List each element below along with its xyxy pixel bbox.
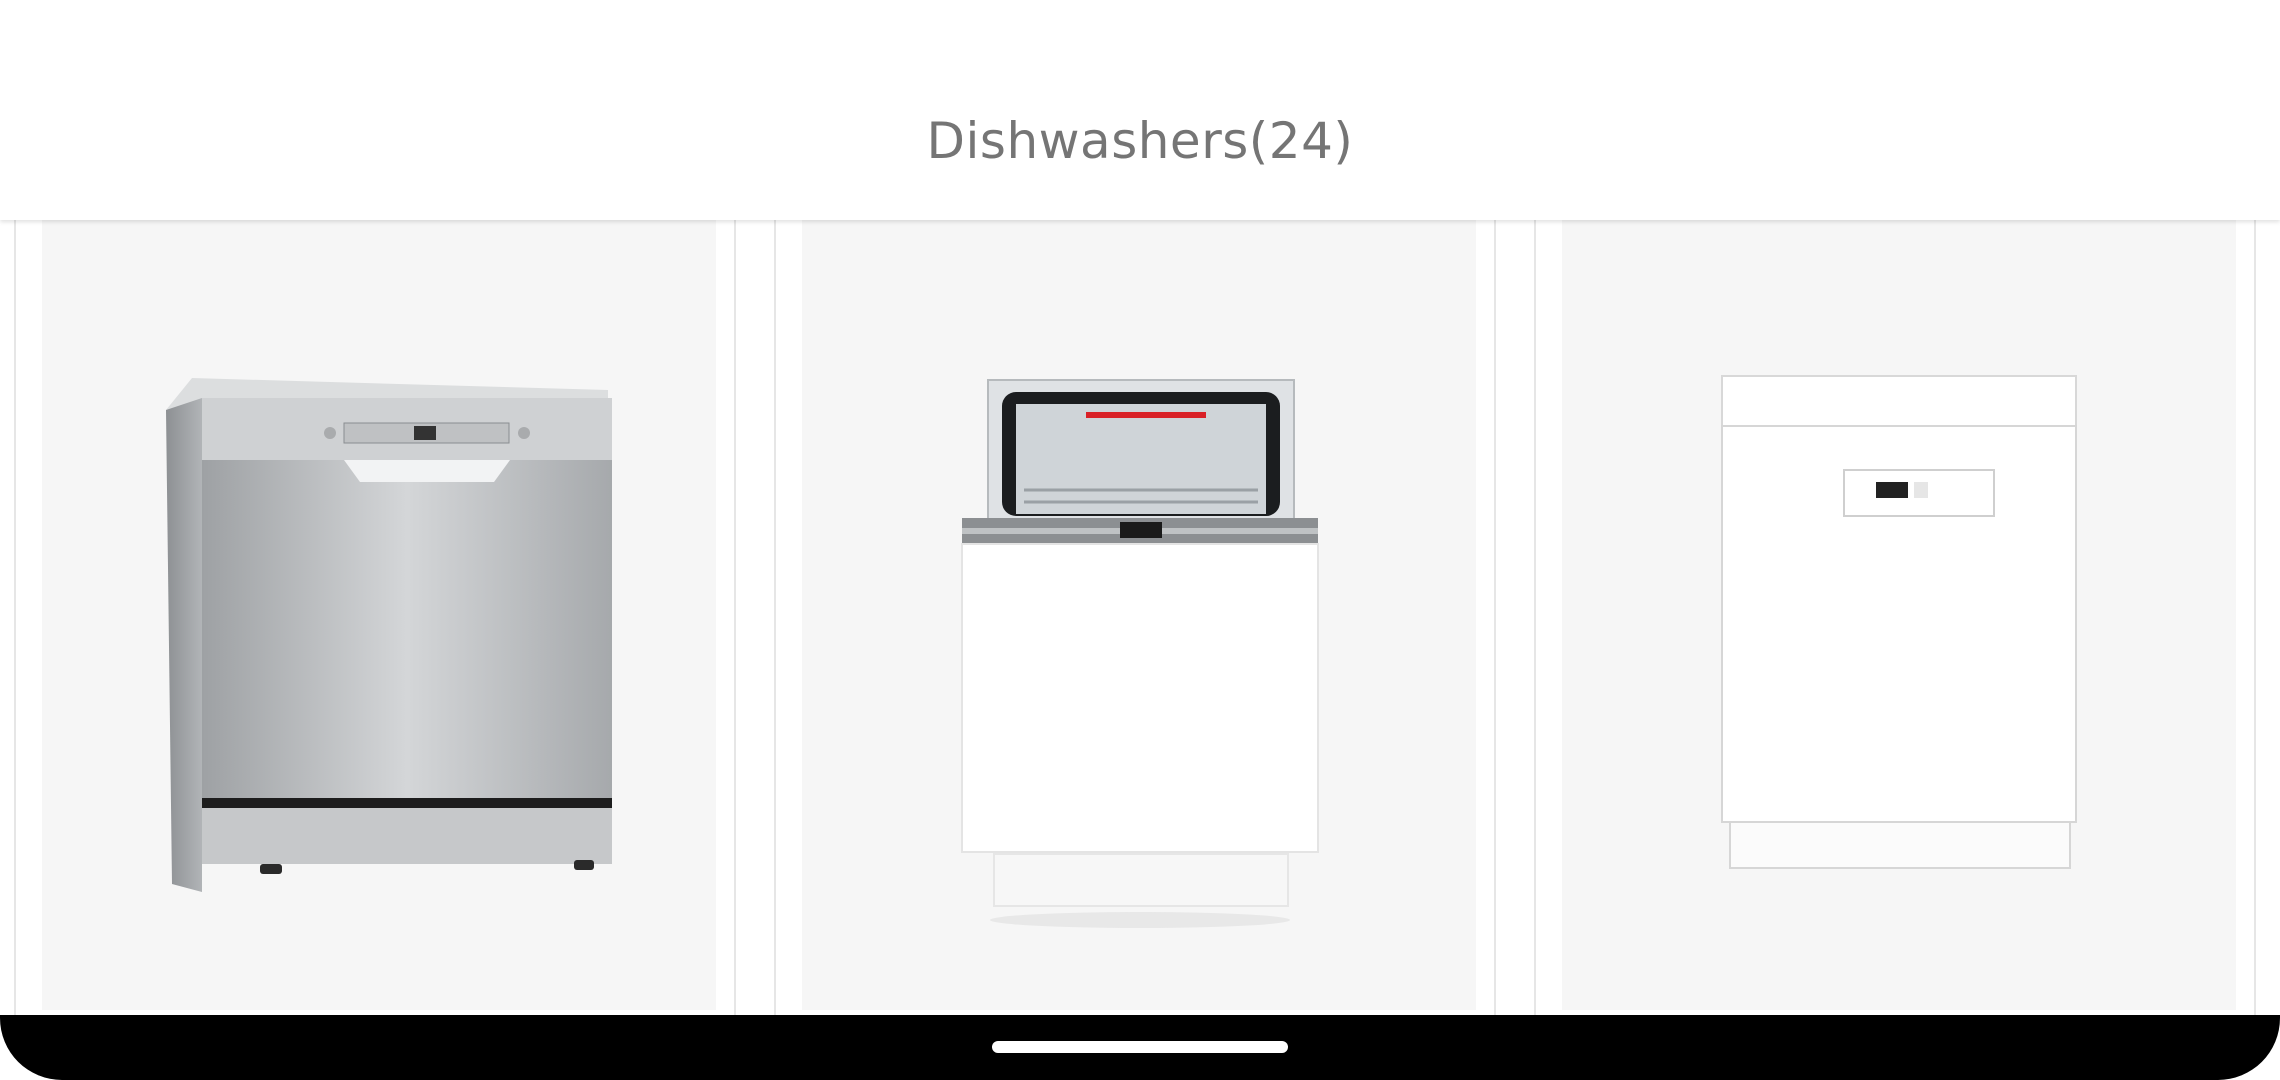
system-navigation-bar — [0, 1015, 2280, 1080]
freestanding-stainless-dishwasher-image — [166, 378, 612, 892]
product-card-2[interactable] — [774, 220, 1496, 1015]
product-card-1[interactable] — [14, 220, 736, 1015]
product-image-2[interactable] — [802, 220, 1476, 1010]
integrated-slimline-dishwasher-image — [961, 379, 1319, 928]
product-image-1[interactable] — [42, 220, 716, 1010]
product-card-3[interactable] — [1534, 220, 2256, 1015]
app-header: Dishwashers(24) — [0, 0, 2280, 220]
product-grid — [0, 220, 2280, 1015]
freestanding-white-dishwasher-image — [1721, 375, 2077, 869]
product-image-3[interactable] — [1562, 220, 2236, 1010]
home-indicator[interactable] — [992, 1041, 1288, 1053]
page-title: Dishwashers(24) — [926, 112, 1354, 170]
